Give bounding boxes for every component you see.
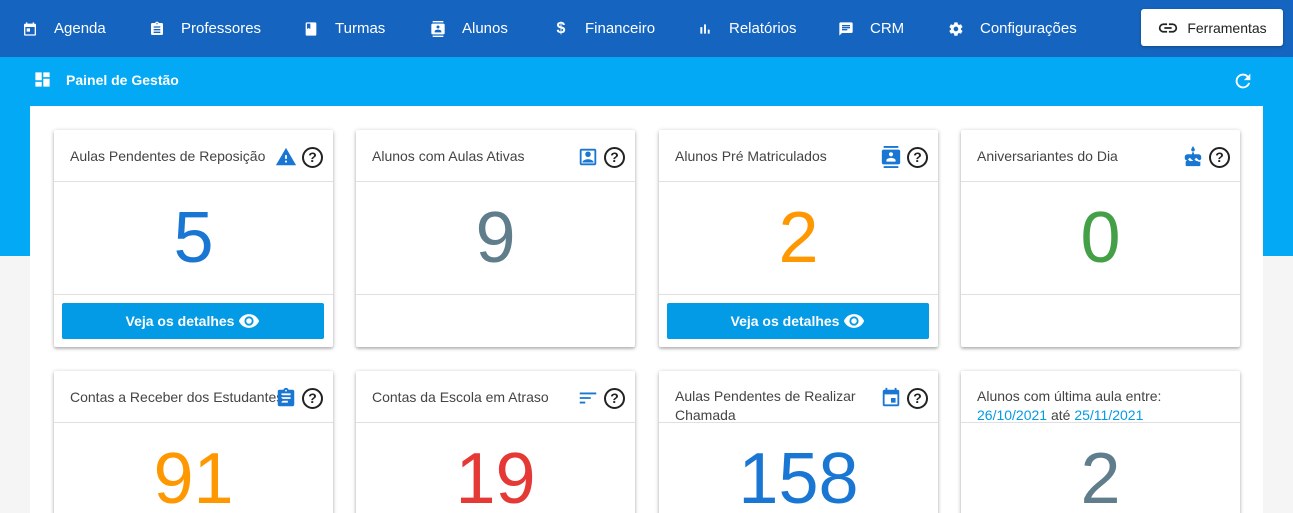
card-header: Aulas Pendentes de Reposição ?	[54, 130, 333, 182]
card-header: Aulas Pendentes de Realizar Chamada ?	[659, 371, 938, 423]
clipboard-icon	[275, 387, 297, 409]
help-icon[interactable]: ?	[604, 387, 625, 409]
details-label: Veja os detalhes	[730, 313, 840, 329]
period-text: Alunos com última aula entre: 26/10/2021…	[977, 387, 1161, 425]
card-header: Contas da Escola em Atraso ?	[356, 371, 635, 423]
nav-item-agenda[interactable]: Agenda	[22, 0, 106, 57]
bar-chart-icon	[697, 21, 713, 37]
nav-label: Agenda	[54, 20, 106, 37]
details-button[interactable]: Veja os detalhes	[667, 303, 929, 339]
card-header: Alunos com última aula entre: 26/10/2021…	[961, 371, 1240, 423]
card-header: Alunos Pré Matriculados ?	[659, 130, 938, 182]
card-title: Alunos com última aula entre:	[977, 388, 1162, 404]
ferramentas-button[interactable]: Ferramentas	[1141, 9, 1283, 46]
card-alunos-aulas-ativas: Alunos com Aulas Ativas ? 9	[356, 130, 635, 347]
nav-item-financeiro[interactable]: $ Financeiro	[553, 0, 656, 57]
card-header: Alunos com Aulas Ativas ?	[356, 130, 635, 182]
link-icon	[1159, 22, 1178, 33]
card-value: 0	[961, 182, 1240, 295]
refresh-icon	[1235, 73, 1251, 89]
nav-item-professores[interactable]: Professores	[149, 0, 261, 57]
card-value: 158	[659, 423, 938, 513]
card-title: Aulas Pendentes de Reposição	[70, 148, 266, 164]
eye-icon	[844, 314, 865, 328]
panel-title: Painel de Gestão	[33, 70, 179, 89]
sort-icon	[577, 387, 599, 409]
card-alunos-ultima-aula: Alunos com última aula entre: 26/10/2021…	[961, 371, 1240, 513]
chat-icon	[838, 21, 854, 37]
nav-label: Relatórios	[729, 20, 797, 37]
nav-item-turmas[interactable]: Turmas	[303, 0, 385, 57]
nav-label: Configurações	[980, 20, 1077, 37]
event-icon	[880, 387, 902, 409]
dollar-icon: $	[556, 19, 566, 37]
nav-item-relatorios[interactable]: Relatórios	[697, 0, 797, 57]
card-title: Alunos com Aulas Ativas	[372, 148, 525, 164]
date-separator: até	[1050, 407, 1071, 423]
calendar-icon	[22, 21, 38, 37]
badge-icon	[149, 21, 165, 37]
card-value: 91	[54, 423, 333, 513]
card-title: Aulas Pendentes de Realizar Chamada	[675, 388, 856, 423]
card-value: 2	[961, 423, 1240, 513]
help-icon[interactable]: ?	[302, 146, 323, 168]
nav-label: Turmas	[335, 20, 386, 37]
nav-label: CRM	[870, 20, 905, 37]
nav-label: Professores	[181, 20, 262, 37]
card-contas-escola-atraso: Contas da Escola em Atraso ? 19	[356, 371, 635, 513]
card-header: Aniversariantes do Dia ?	[961, 130, 1240, 182]
date-to-link[interactable]: 25/11/2021	[1074, 407, 1143, 423]
nav-item-crm[interactable]: CRM	[838, 0, 904, 57]
details-label: Veja os detalhes	[125, 313, 235, 329]
details-button[interactable]: Veja os detalhes	[62, 303, 324, 339]
warning-icon	[275, 146, 297, 168]
contact-card-icon	[880, 146, 902, 168]
ferramentas-label: Ferramentas	[1187, 19, 1267, 36]
card-title: Aniversariantes do Dia	[977, 148, 1118, 164]
help-icon[interactable]: ?	[907, 146, 928, 168]
card-aniversariantes-do-dia: Aniversariantes do Dia ? 0	[961, 130, 1240, 347]
nav-label: Alunos	[462, 20, 508, 37]
refresh-button[interactable]	[1232, 70, 1254, 92]
card-header: Contas a Receber dos Estudantes ?	[54, 371, 333, 423]
gear-icon	[948, 21, 964, 37]
nav-item-alunos[interactable]: Alunos	[430, 0, 508, 57]
top-navigation: Agenda Professores Turmas Alunos $ Finan…	[0, 0, 1293, 57]
contacts-icon	[430, 20, 446, 37]
dashboard-icon	[35, 72, 50, 87]
card-aulas-pendentes-chamada: Aulas Pendentes de Realizar Chamada ? 15…	[659, 371, 938, 513]
cake-icon	[1182, 146, 1204, 168]
card-title: Contas da Escola em Atraso	[372, 389, 549, 405]
card-contas-receber-estudantes: Contas a Receber dos Estudantes ? 91	[54, 371, 333, 513]
help-icon[interactable]: ?	[1209, 146, 1230, 168]
help-icon[interactable]: ?	[302, 387, 323, 409]
eye-icon	[239, 314, 260, 328]
card-aulas-pendentes-reposicao: Aulas Pendentes de Reposição ? 5 Veja os…	[54, 130, 333, 347]
card-value: 19	[356, 423, 635, 513]
card-value: 2	[659, 182, 938, 295]
nav-label: Financeiro	[585, 20, 656, 37]
help-icon[interactable]: ?	[604, 146, 625, 168]
card-alunos-pre-matriculados: Alunos Pré Matriculados ? 2 Veja os deta…	[659, 130, 938, 347]
card-title: Alunos Pré Matriculados	[675, 148, 827, 164]
person-box-icon	[577, 146, 599, 168]
date-from-link[interactable]: 26/10/2021	[977, 407, 1047, 423]
card-value: 9	[356, 182, 635, 295]
card-value: 5	[54, 182, 333, 295]
panel-title-text: Painel de Gestão	[66, 71, 179, 88]
help-icon[interactable]: ?	[907, 387, 928, 409]
book-icon	[303, 21, 319, 37]
card-title: Contas a Receber dos Estudantes	[70, 389, 284, 405]
nav-item-configuracoes[interactable]: Configurações	[948, 0, 1077, 57]
